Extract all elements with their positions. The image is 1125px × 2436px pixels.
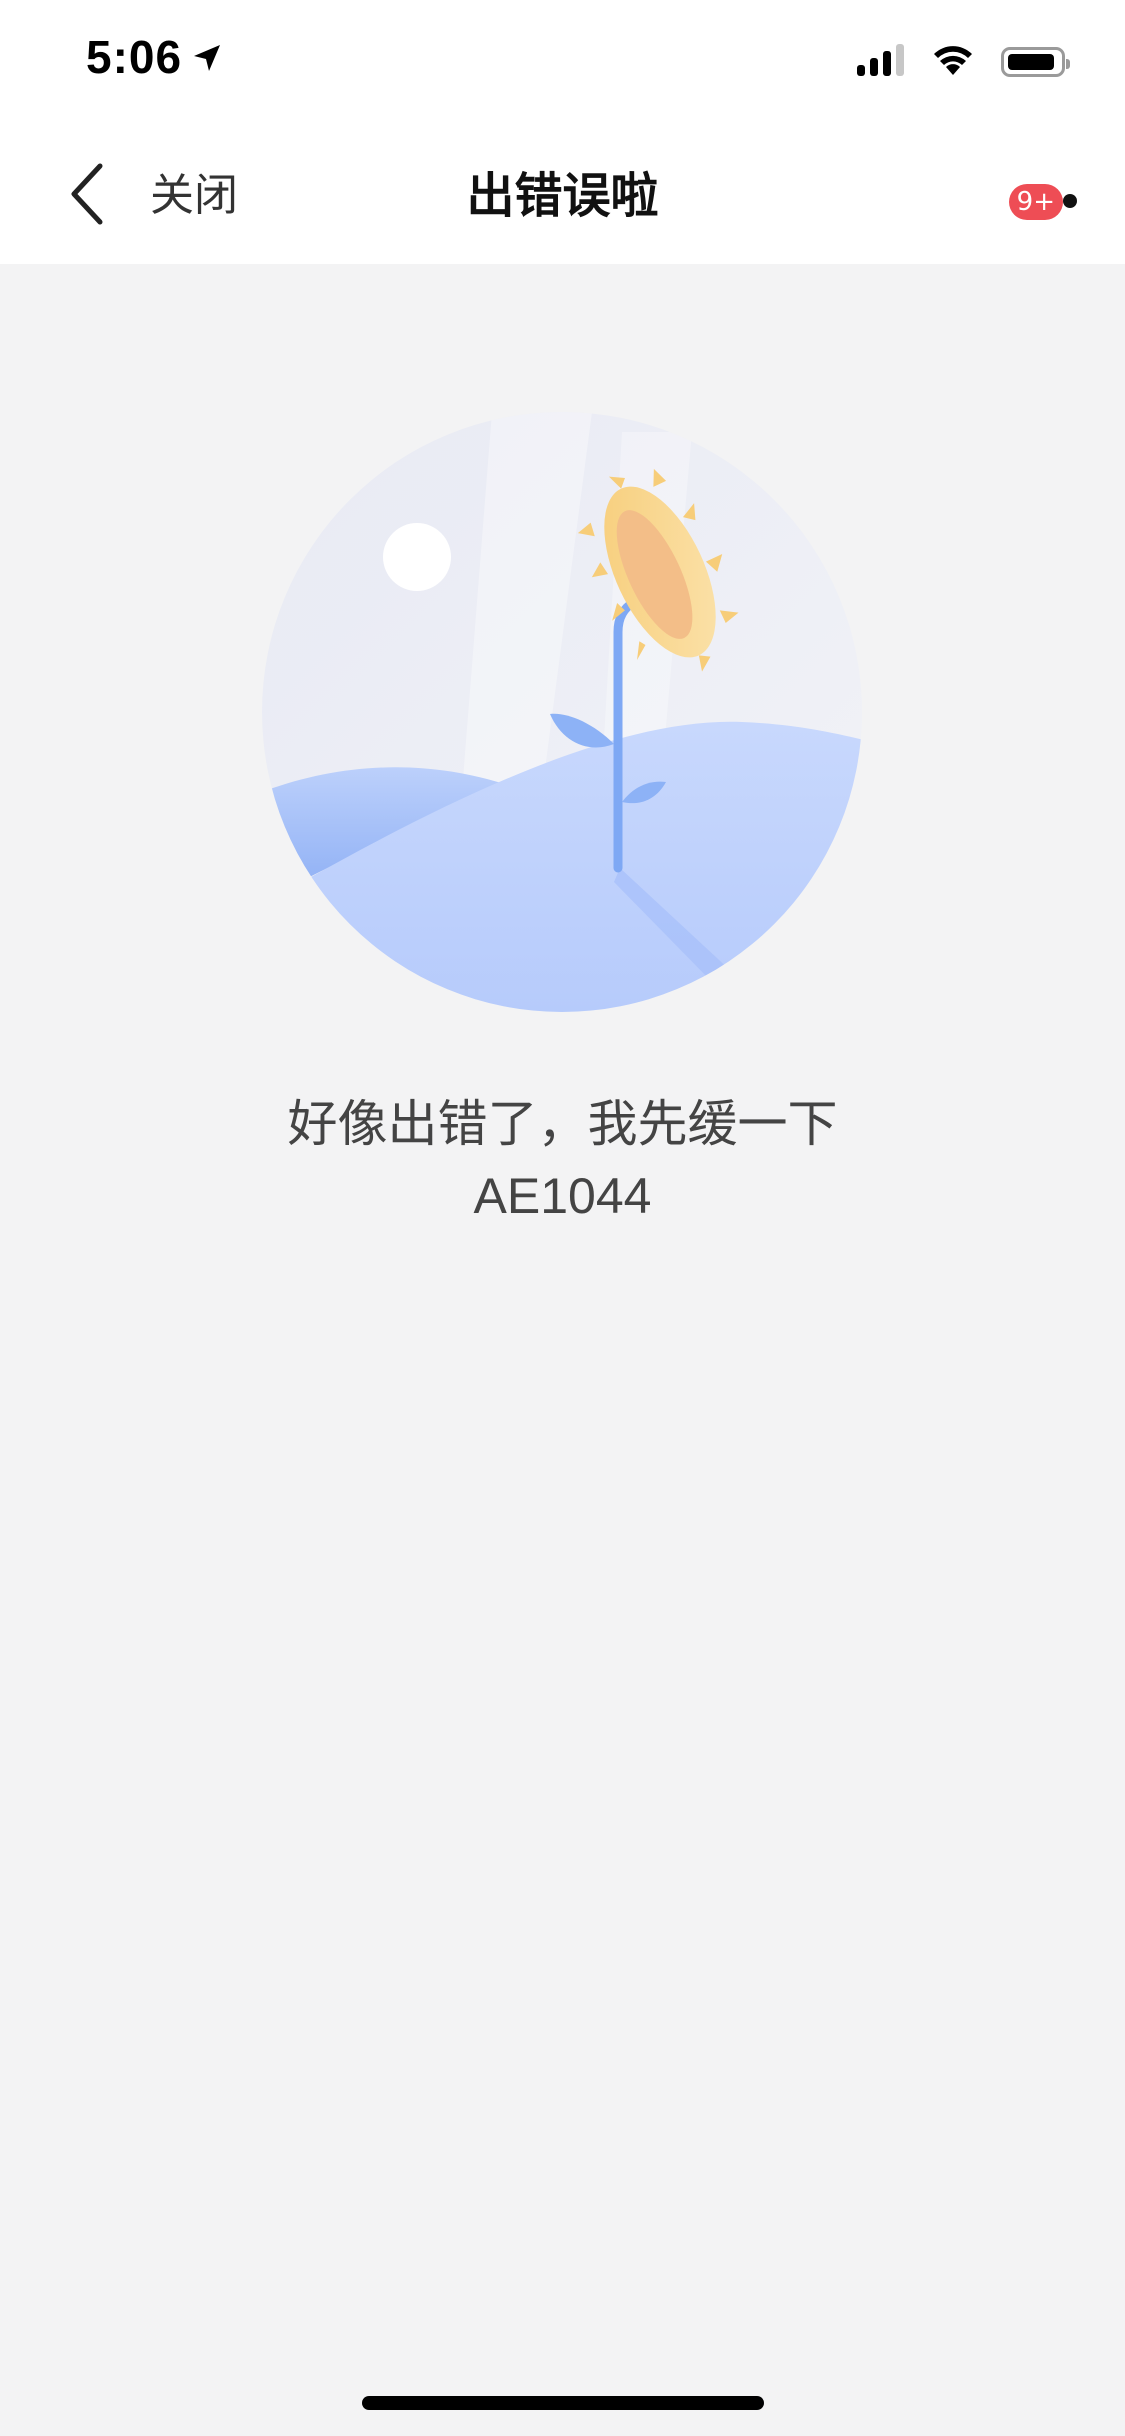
battery-icon [1001, 47, 1070, 77]
wifi-icon [931, 43, 975, 81]
status-icons [857, 40, 1070, 84]
top-bar: 5:06 关闭 出错误啦 9+ [0, 0, 1125, 264]
page-title: 出错误啦 [466, 168, 659, 224]
sunflower-hill-illustration [262, 412, 862, 1012]
error-message: 好像出错了，我先缓一下 [287, 1095, 838, 1153]
navigation-bar: 关闭 出错误啦 9+ [0, 132, 1125, 264]
cellular-signal-icon [857, 43, 905, 81]
notification-badge: 9+ [1008, 184, 1063, 220]
more-button[interactable]: 9+ [1008, 168, 1091, 228]
status-time: 5:06 [86, 30, 222, 88]
location-arrow-icon [192, 30, 222, 84]
status-time-text: 5:06 [86, 31, 183, 83]
home-indicator[interactable] [362, 2396, 764, 2410]
error-code: AE1044 [473, 1168, 652, 1224]
